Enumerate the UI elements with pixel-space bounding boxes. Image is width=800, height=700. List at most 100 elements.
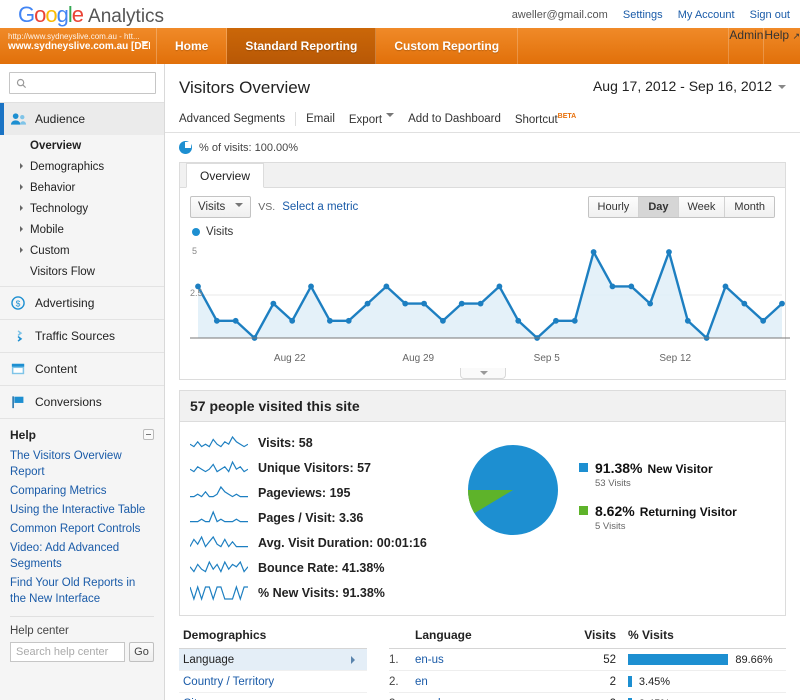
search-input[interactable] [9, 72, 156, 94]
sidebar-item-content[interactable]: Content [0, 353, 164, 385]
nav-item-home[interactable]: Home [157, 28, 228, 64]
help-link-video-advanced-segments[interactable]: Video: Add Advanced Segments [10, 540, 154, 572]
pie-label-new: New Visitor [647, 462, 713, 476]
search-icon [16, 78, 27, 88]
conversions-icon [12, 396, 24, 409]
granularity-day[interactable]: Day [639, 197, 679, 217]
sparkline-pageviews [190, 485, 248, 498]
demographics-item-language[interactable]: Language [179, 649, 367, 671]
x-tick-aug-22: Aug 22 [273, 353, 306, 364]
granularity-month[interactable]: Month [725, 197, 774, 217]
metric-selector[interactable]: Visits [190, 196, 252, 218]
help-label: Help [764, 28, 790, 42]
help-link-visitors-overview-report[interactable]: The Visitors Overview Report [10, 448, 154, 480]
help-header: Help [10, 428, 154, 442]
help-section: Help The Visitors Overview Report Compar… [0, 419, 164, 662]
pie-pct-new: 91.38% [595, 460, 643, 476]
granularity-hourly[interactable]: Hourly [588, 197, 640, 217]
granularity-week[interactable]: Week [678, 197, 726, 217]
metric-label: Visits: 58 [258, 435, 313, 450]
chevron-right-icon [351, 655, 359, 664]
sidebar-label-content: Content [35, 362, 78, 376]
sidebar-label-mobile: Mobile [30, 223, 64, 236]
add-to-dashboard-button[interactable]: Add to Dashboard [408, 113, 501, 125]
sidebar-item-demographics[interactable]: Demographics [0, 156, 164, 177]
table-row[interactable]: 2. en 2 3.45% [389, 671, 786, 693]
language-table-header: Language Visits % Visits [389, 628, 786, 649]
advertising-icon: $ [11, 296, 25, 310]
pie-sub-returning: 5 Visits [595, 521, 626, 532]
shortcut-button[interactable]: ShortcutBETA [515, 113, 576, 126]
row-language[interactable]: en [415, 676, 568, 688]
language-table-rows: 1.en-us5289.66%2.en23.45%3.en-gb23.45%4.… [389, 649, 786, 700]
row-language[interactable]: en-us [415, 654, 568, 666]
chevron-down-icon [141, 41, 149, 49]
pie-legend-new-visitor: 91.38% New Visitor 53 Visits [579, 460, 737, 489]
demographics-item-country[interactable]: Country / Territory [179, 671, 367, 693]
row-bar [628, 676, 632, 687]
stats-panel: 57 people visited this site Visits: 58 Un… [179, 390, 786, 616]
email-button[interactable]: Email [306, 113, 335, 125]
my-account-link[interactable]: My Account [678, 9, 735, 21]
help-center-search-row: Search help center Go [10, 642, 154, 662]
property-selector[interactable]: http://www.sydneyslive.com.au - htt... w… [0, 28, 157, 64]
help-link-using-interactive-table[interactable]: Using the Interactive Table [10, 502, 154, 518]
sidebar-item-mobile[interactable]: Mobile [0, 219, 164, 240]
nav-item-custom-reporting[interactable]: Custom Reporting [376, 28, 519, 64]
property-url: http://www.sydneyslive.com.au - htt... [8, 32, 140, 41]
visits-line-chart[interactable]: 5 2.5 [190, 240, 790, 352]
help-center-label: Help center [10, 625, 69, 637]
sidebar-item-audience[interactable]: Audience [0, 103, 164, 135]
help-search-input[interactable]: Search help center [10, 642, 125, 662]
sidebar-group-content: Content [0, 353, 164, 386]
property-name: www.sydneyslive.com.au [DEF... [8, 41, 150, 53]
table-row[interactable]: 3.en-gb23.45% [389, 693, 786, 700]
column-pct-visits: % Visits [628, 628, 674, 642]
sign-out-link[interactable]: Sign out [750, 9, 790, 21]
legend-label-visits: Visits [206, 226, 234, 238]
collapse-icon[interactable] [143, 429, 154, 440]
sidebar-group-audience: Audience Overview Demographics Behavior … [0, 103, 164, 287]
pie-chart-svg [467, 445, 558, 535]
x-tick-sep-12: Sep 12 [659, 353, 692, 364]
sidebar-label-demographics: Demographics [30, 160, 105, 173]
chart-collapse-handle[interactable] [459, 368, 506, 379]
sidebar-item-conversions[interactable]: Conversions [0, 386, 164, 418]
x-axis-ticks: Aug 22 Aug 29 Sep 5 Sep 12 [190, 352, 775, 368]
advanced-segments-button[interactable]: Advanced Segments [179, 113, 285, 125]
legend-color-swatch [192, 228, 200, 236]
help-link-common-report-controls[interactable]: Common Report Controls [10, 521, 154, 537]
sidebar-item-advertising[interactable]: $ Advertising [0, 287, 164, 319]
pct-visits-row: % of visits: 100.00% [165, 133, 800, 154]
sidebar-label-conversions: Conversions [35, 395, 102, 409]
sidebar-item-overview[interactable]: Overview [0, 135, 164, 156]
chevron-right-icon [20, 184, 26, 190]
metrics-list: Visits: 58 Unique Visitors: 57 Pageviews: … [180, 430, 465, 605]
sidebar-item-custom[interactable]: Custom [0, 240, 164, 261]
date-range-selector[interactable]: Aug 17, 2012 - Sep 16, 2012 [593, 78, 786, 94]
nav-item-admin[interactable]: Admin [728, 28, 763, 64]
demographics-item-city[interactable]: City [179, 693, 367, 700]
logo-analytics-text: Analytics [88, 6, 165, 27]
table-row[interactable]: 1. en-us 52 89.66% [389, 649, 786, 671]
select-a-metric-link[interactable]: Select a metric [282, 201, 358, 213]
nav-item-standard-reporting[interactable]: Standard Reporting [227, 28, 377, 64]
sidebar-item-behavior[interactable]: Behavior [0, 177, 164, 198]
chevron-right-icon [20, 226, 26, 232]
stats-headline: 57 people visited this site [180, 391, 785, 422]
help-link-find-old-reports[interactable]: Find Your Old Reports in the New Interfa… [10, 575, 154, 607]
row-pct-cell: 89.66% [616, 654, 786, 666]
settings-link[interactable]: Settings [623, 9, 663, 21]
traffic-sources-icon [11, 330, 23, 342]
x-tick-sep-5: Sep 5 [533, 353, 560, 364]
nav-item-help[interactable]: Help ↗ [763, 28, 800, 64]
sidebar-item-visitors-flow[interactable]: Visitors Flow [0, 261, 164, 282]
column-language: Language [415, 628, 472, 642]
export-button[interactable]: Export [349, 112, 395, 126]
help-link-comparing-metrics[interactable]: Comparing Metrics [10, 483, 154, 499]
tab-overview[interactable]: Overview [186, 163, 265, 188]
sidebar-item-traffic-sources[interactable]: Traffic Sources [0, 320, 164, 352]
sidebar-item-technology[interactable]: Technology [0, 198, 164, 219]
help-search-go-button[interactable]: Go [129, 642, 154, 662]
sidebar-label-behavior: Behavior [30, 181, 76, 194]
